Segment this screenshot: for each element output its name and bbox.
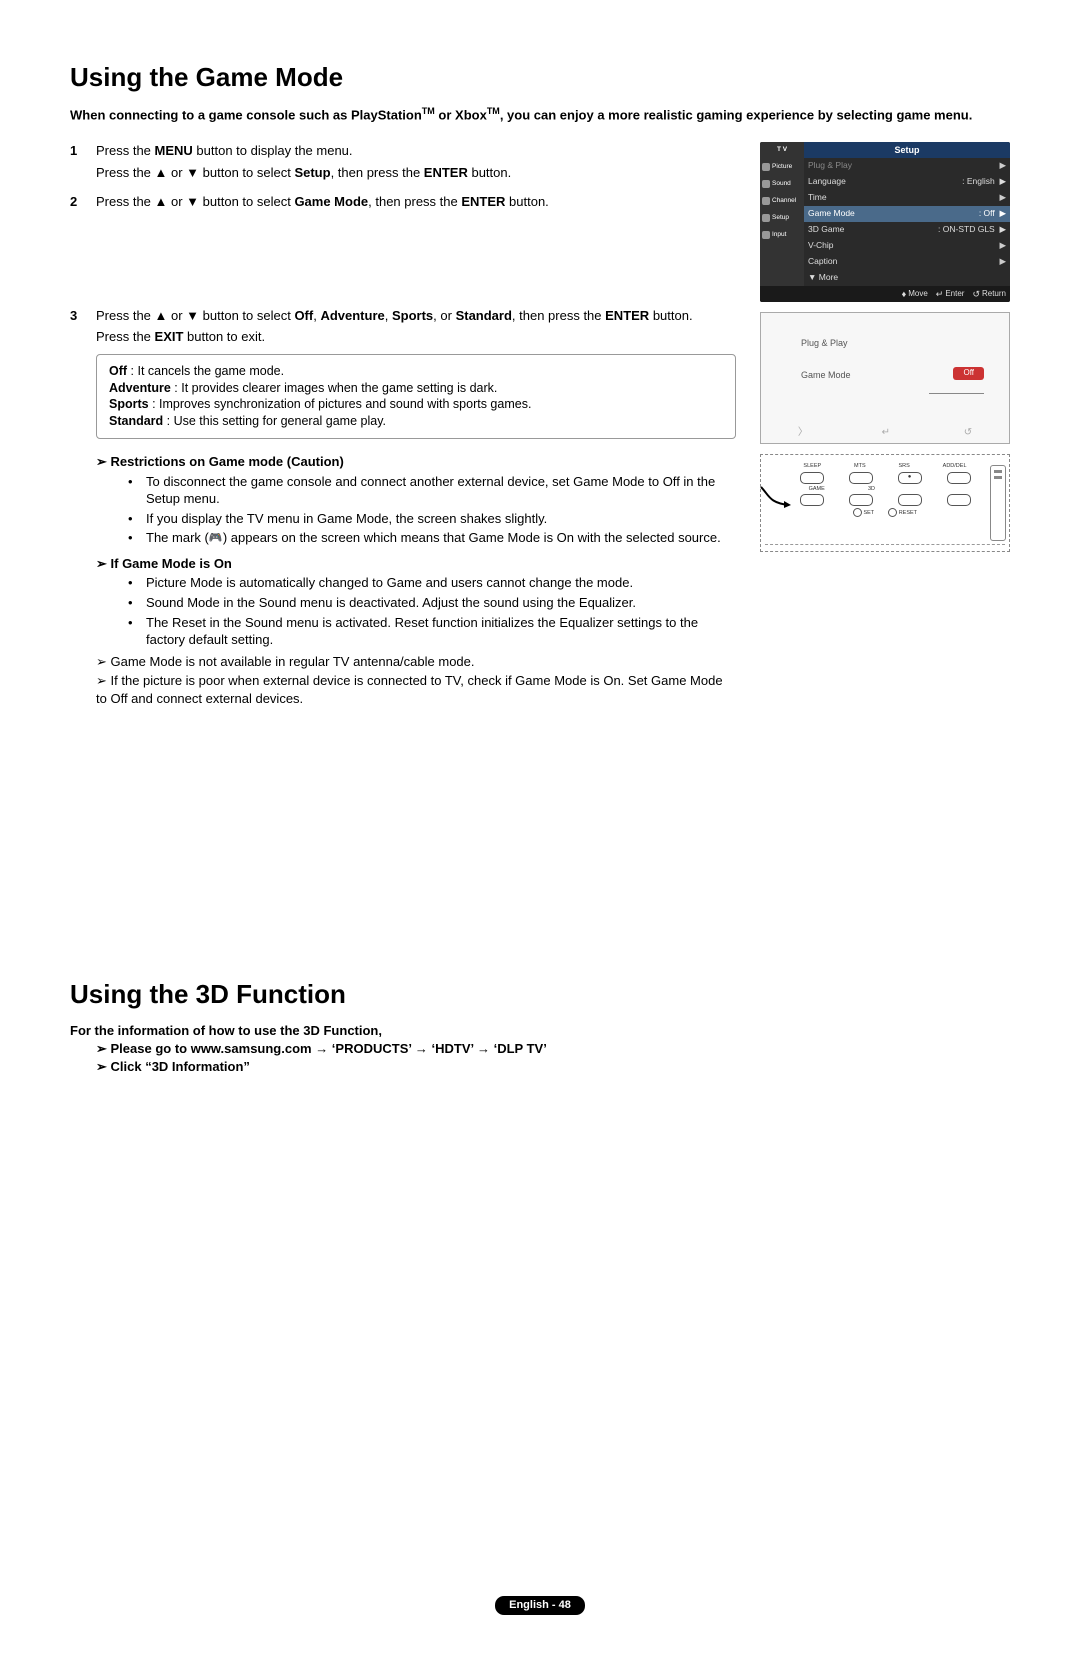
osd-setup-menu: T V Picture Sound Channel Setup Input Se… <box>760 142 1010 302</box>
sound-icon <box>762 180 770 188</box>
enter-icon: ↵ <box>882 426 890 440</box>
restrictions-head: Restrictions on Game mode (Caution) <box>96 453 736 471</box>
if-game-mode-on-head: If Game Mode is On <box>96 555 736 573</box>
section1-intro: When connecting to a game console such a… <box>70 105 1010 124</box>
enter-icon: ↵ <box>936 288 944 300</box>
channel-icon <box>762 197 770 205</box>
step-2: 2 Press the ▲ or ▼ button to select Game… <box>70 193 736 215</box>
picture-icon <box>762 163 770 171</box>
step-1: 1 Press the MENU button to display the m… <box>70 142 736 185</box>
section2-line1: ➢ Please go to www.samsung.com → ‘PRODUC… <box>96 1040 1010 1058</box>
setup-icon <box>762 214 770 222</box>
return-icon: ↺ <box>964 426 972 440</box>
page-footer: English - 48 <box>70 1595 1010 1615</box>
note-2: If the picture is poor when external dev… <box>96 672 736 707</box>
step-3: 3 Press the ▲ or ▼ button to select Off,… <box>70 307 736 710</box>
mode-descriptions: Off : It cancels the game mode. Adventur… <box>96 354 736 440</box>
controller-icon <box>209 529 223 541</box>
move-updown-icon: ♦ <box>902 288 907 300</box>
return-icon: ↺ <box>972 288 980 300</box>
if-on-list: Picture Mode is automatically changed to… <box>96 574 736 648</box>
remote-diagram: SLEEPMTSSRSADD/DEL GAME3D SET RESET <box>760 454 1010 552</box>
input-icon <box>762 231 770 239</box>
section1-title: Using the Game Mode <box>70 60 1010 95</box>
note-1: Game Mode is not available in regular TV… <box>96 653 736 671</box>
section2-title: Using the 3D Function <box>70 977 1010 1012</box>
move-icon: 〉 <box>798 426 808 440</box>
section2-intro: For the information of how to use the 3D… <box>70 1022 1010 1040</box>
osd-game-mode-popup: Plug & Play Game Mode Off 〉↵↺ <box>760 312 1010 444</box>
section2-line2: ➢ Click “3D Information” <box>96 1058 1010 1076</box>
restrictions-list: To disconnect the game console and conne… <box>96 473 736 547</box>
